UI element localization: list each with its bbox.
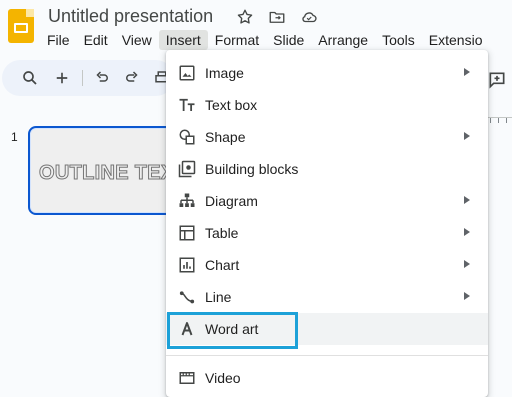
menu-item-label: Video xyxy=(205,370,241,386)
move-to-folder-icon[interactable] xyxy=(268,8,286,26)
undo-icon[interactable] xyxy=(92,68,112,88)
menu-file[interactable]: File xyxy=(40,30,77,50)
table-icon xyxy=(178,224,196,242)
submenu-arrow-icon xyxy=(464,196,470,204)
menu-slide[interactable]: Slide xyxy=(266,30,311,50)
new-slide-icon[interactable] xyxy=(52,68,72,88)
menu-format[interactable]: Format xyxy=(208,30,266,50)
menu-item-table[interactable]: Table xyxy=(166,217,488,249)
video-icon xyxy=(178,369,196,387)
logo-fold xyxy=(26,9,34,17)
menu-arrange[interactable]: Arrange xyxy=(311,30,375,50)
submenu-arrow-icon xyxy=(464,292,470,300)
line-icon xyxy=(178,288,196,306)
menu-insert[interactable]: Insert xyxy=(158,30,208,50)
submenu-arrow-icon xyxy=(464,228,470,236)
add-comment-icon[interactable] xyxy=(487,70,507,90)
image-icon xyxy=(178,64,196,82)
menu-divider xyxy=(166,355,488,356)
chart-icon xyxy=(178,256,196,274)
menu-item-label: Table xyxy=(205,225,239,241)
menu-item-video[interactable]: Video xyxy=(166,362,488,394)
menu-item-label: Building blocks xyxy=(205,161,299,177)
menu-item-diagram[interactable]: Diagram xyxy=(166,185,488,217)
highlight-annotation xyxy=(167,312,298,349)
menubar: File Edit View Insert Format Slide Arran… xyxy=(40,29,489,51)
document-title[interactable]: Untitled presentation xyxy=(48,6,213,27)
text-box-icon xyxy=(178,96,196,114)
menu-tools[interactable]: Tools xyxy=(375,30,422,50)
menu-item-line[interactable]: Line xyxy=(166,281,488,313)
logo-slide-glyph xyxy=(14,23,28,33)
diagram-icon xyxy=(178,192,196,210)
title-icons xyxy=(236,8,318,26)
ruler xyxy=(488,117,512,127)
menu-item-label: Text box xyxy=(205,97,258,113)
menu-item-building-blocks[interactable]: Building blocks xyxy=(166,153,488,185)
insert-menu: Image Text box Shape Building blocks Dia… xyxy=(166,50,488,397)
menu-edit[interactable]: Edit xyxy=(77,30,115,50)
slide-outline-text: OUTLINE TEXT xyxy=(38,162,178,185)
menu-item-shape[interactable]: Shape xyxy=(166,121,488,153)
cloud-status-icon[interactable] xyxy=(300,8,318,26)
submenu-arrow-icon xyxy=(464,132,470,140)
submenu-arrow-icon xyxy=(464,260,470,268)
submenu-arrow-icon xyxy=(464,68,470,76)
star-icon[interactable] xyxy=(236,8,254,26)
menu-item-label: Chart xyxy=(205,257,240,273)
slide-thumbnail[interactable]: OUTLINE TEXT xyxy=(28,126,178,215)
menu-item-label: Line xyxy=(205,289,232,305)
menu-view[interactable]: View xyxy=(115,30,159,50)
menu-extensions[interactable]: Extensio xyxy=(422,30,490,50)
menu-item-chart[interactable]: Chart xyxy=(166,249,488,281)
shape-icon xyxy=(178,128,196,146)
building-blocks-icon xyxy=(178,160,196,178)
toolbar xyxy=(2,60,174,96)
slide-number: 1 xyxy=(11,130,18,144)
menu-item-label: Diagram xyxy=(205,193,258,209)
menu-item-label: Image xyxy=(205,65,244,81)
menu-item-label: Shape xyxy=(205,129,246,145)
redo-icon[interactable] xyxy=(122,68,142,88)
toolbar-divider xyxy=(82,70,83,86)
slides-logo[interactable] xyxy=(8,9,34,43)
menu-item-text-box[interactable]: Text box xyxy=(166,89,488,121)
search-icon[interactable] xyxy=(20,68,40,88)
menu-item-image[interactable]: Image xyxy=(166,57,488,89)
